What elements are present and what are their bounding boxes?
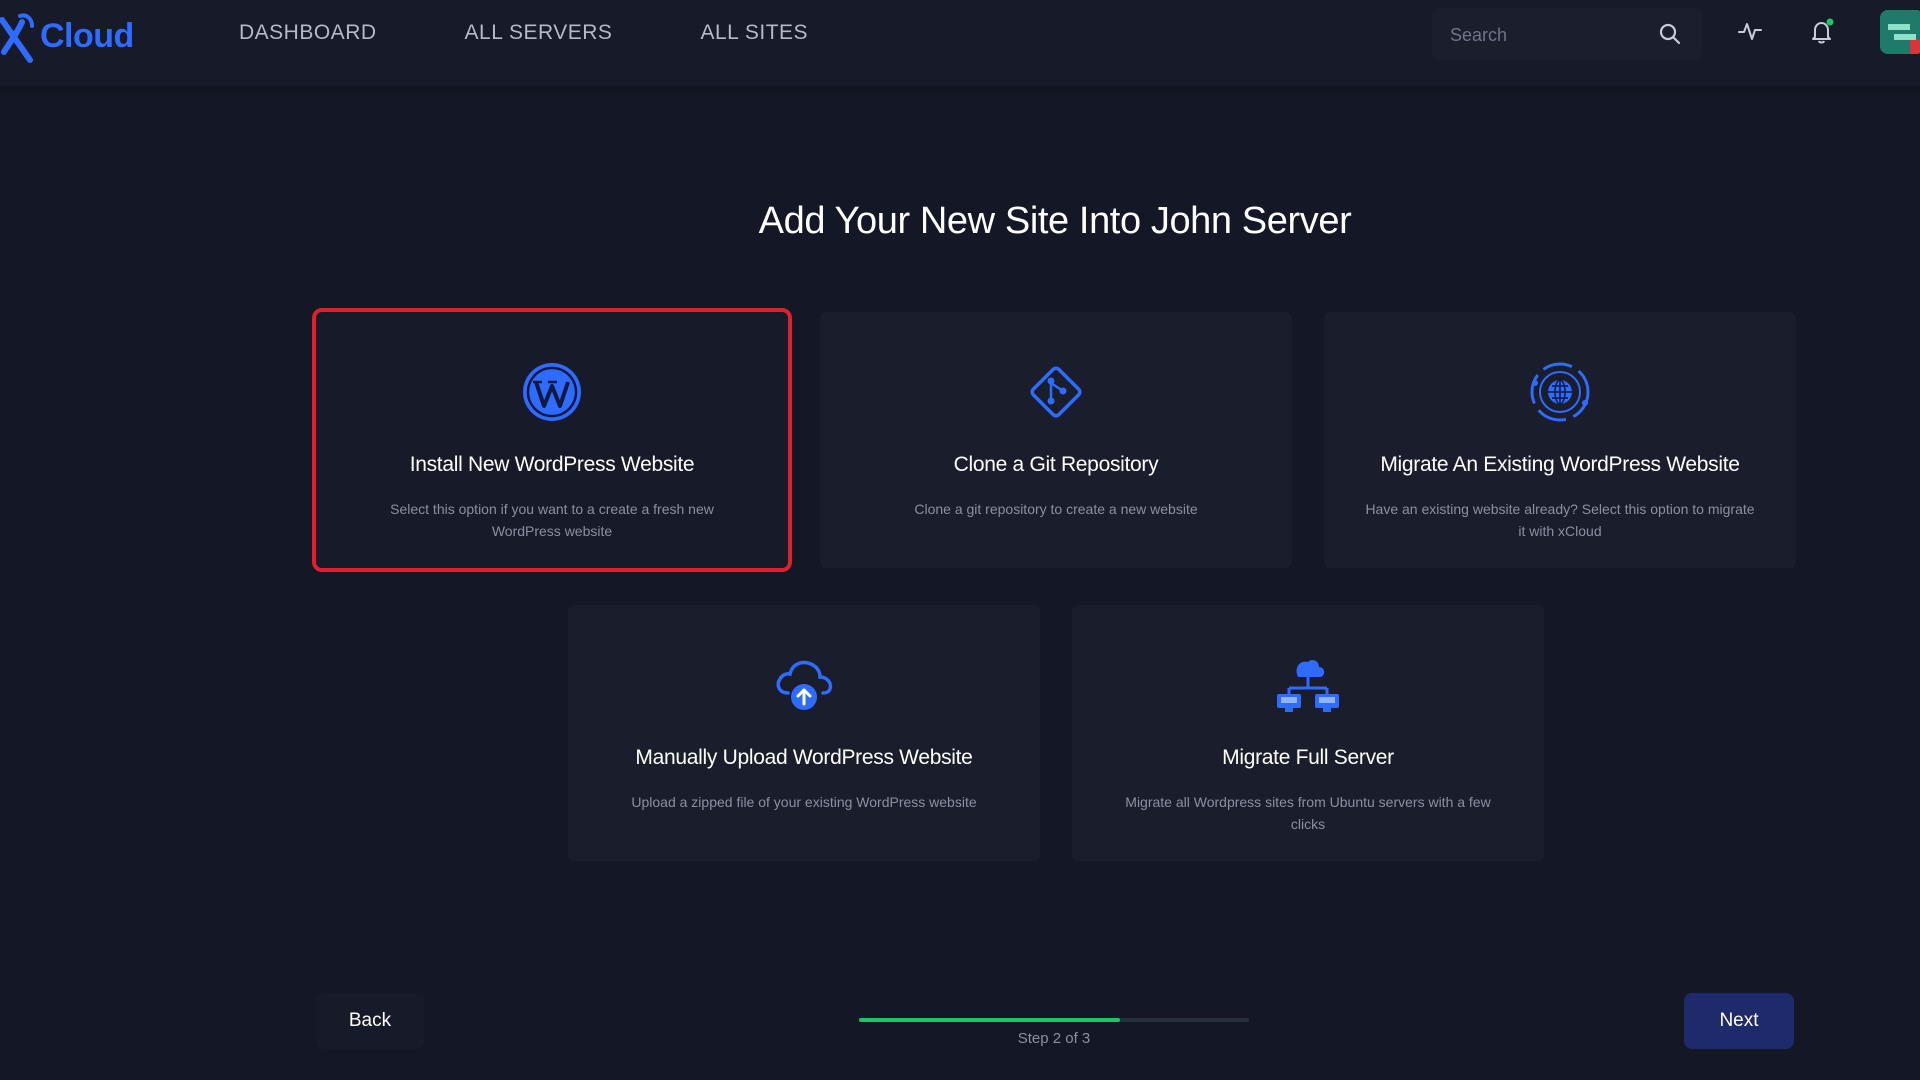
card-title: Install New WordPress Website bbox=[409, 453, 695, 476]
card-title: Clone a Git Repository bbox=[953, 453, 1159, 476]
card-description: Select this option if you want to a crea… bbox=[390, 501, 714, 539]
wordpress-icon bbox=[523, 363, 581, 421]
card-icon-wrap bbox=[512, 352, 592, 432]
xcloud-logo-mark-icon bbox=[0, 13, 34, 63]
option-migrate-server[interactable]: Migrate Full Server Migrate all Wordpres… bbox=[1072, 605, 1544, 861]
cloud-upload-icon bbox=[776, 660, 833, 710]
card-icon-wrap bbox=[1016, 352, 1096, 432]
option-clone-git[interactable]: Clone a Git Repository Clone a git repos… bbox=[820, 312, 1292, 568]
card-icon-wrap bbox=[764, 645, 844, 725]
globe-migrate-icon bbox=[1530, 362, 1590, 422]
option-install-wordpress[interactable]: Install New WordPress Website Select thi… bbox=[312, 308, 792, 572]
bell-icon[interactable] bbox=[1808, 18, 1836, 46]
card-description: Upload a zipped file of your existing Wo… bbox=[631, 794, 977, 810]
option-manual-upload[interactable]: Manually Upload WordPress Website Upload… bbox=[568, 605, 1040, 861]
nav-all-sites[interactable]: ALL SITES bbox=[700, 20, 808, 46]
card-description: Have an existing website already? Select… bbox=[1365, 501, 1755, 539]
card-title: Migrate Full Server bbox=[1222, 746, 1394, 769]
search-input[interactable] bbox=[1448, 20, 1652, 50]
avatar-image-icon bbox=[1880, 10, 1920, 54]
nav-all-servers[interactable]: ALL SERVERS bbox=[465, 20, 613, 46]
back-button[interactable]: Back bbox=[316, 993, 424, 1049]
step-progress-fill bbox=[859, 1018, 1121, 1022]
card-description: Migrate all Wordpress sites from Ubuntu … bbox=[1125, 794, 1491, 832]
option-migrate-wordpress[interactable]: Migrate An Existing WordPress Website Ha… bbox=[1324, 312, 1796, 568]
card-icon-wrap bbox=[1268, 645, 1348, 725]
activity-icon[interactable] bbox=[1737, 18, 1763, 44]
avatar[interactable] bbox=[1880, 10, 1920, 54]
search-icon[interactable] bbox=[1658, 22, 1682, 46]
next-button[interactable]: Next bbox=[1684, 993, 1794, 1049]
git-icon bbox=[1030, 366, 1082, 418]
card-title: Migrate An Existing WordPress Website bbox=[1380, 453, 1740, 476]
main-nav: DASHBOARD ALL SERVERS ALL SITES bbox=[239, 20, 896, 46]
top-bar: Cloud DASHBOARD ALL SERVERS ALL SITES bbox=[0, 0, 1920, 86]
card-title: Manually Upload WordPress Website bbox=[635, 746, 973, 769]
step-label: Step 2 of 3 bbox=[1017, 1030, 1091, 1047]
logo-text: Cloud bbox=[40, 16, 134, 55]
server-network-icon bbox=[1277, 659, 1339, 712]
xcloud-logo[interactable]: Cloud bbox=[0, 4, 134, 68]
nav-dashboard[interactable]: DASHBOARD bbox=[239, 20, 377, 46]
page-title: Add Your New Site Into John Server bbox=[758, 200, 1352, 242]
step-progress-bar bbox=[859, 1018, 1249, 1022]
card-description: Clone a git repository to create a new w… bbox=[914, 501, 1198, 517]
search-box bbox=[1432, 8, 1702, 60]
card-icon-wrap bbox=[1520, 352, 1600, 432]
